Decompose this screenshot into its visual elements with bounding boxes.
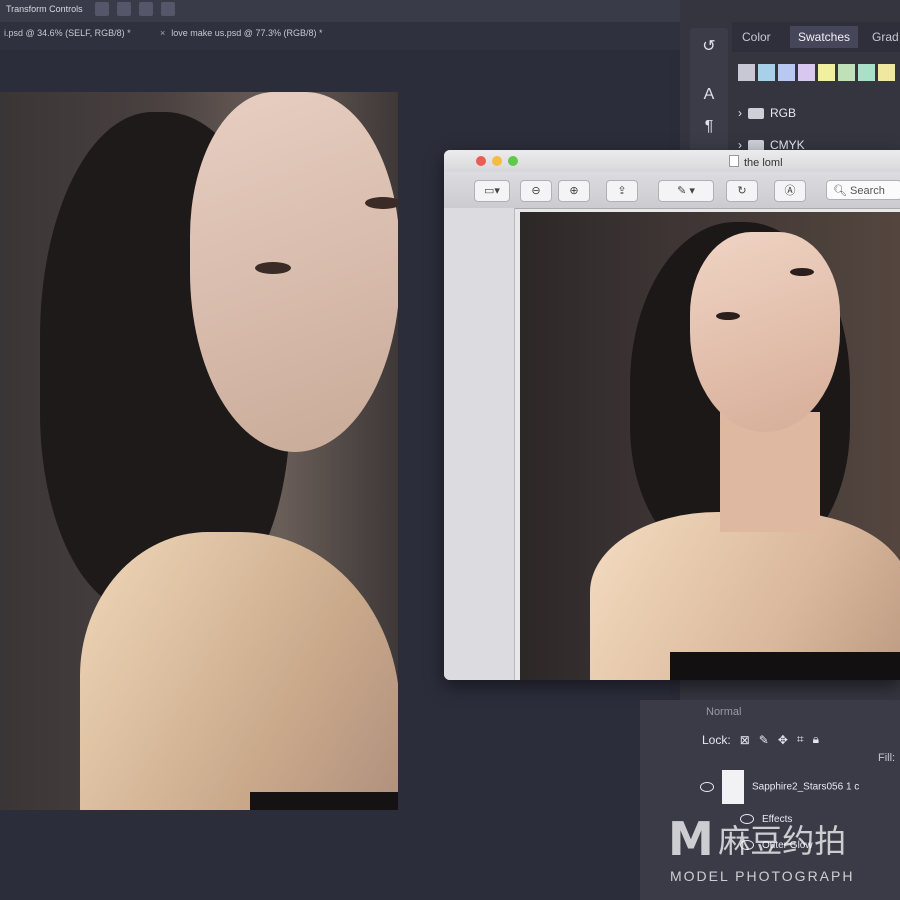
lock-row: Lock: ⊠ ✎ ✥ ⌗ 🔒︎ (702, 732, 819, 747)
swatch[interactable] (738, 64, 755, 81)
align-icon[interactable] (139, 2, 153, 16)
tab-gradients[interactable]: Grad (872, 30, 899, 44)
swatch[interactable] (838, 64, 855, 81)
align-icon[interactable] (117, 2, 131, 16)
swatch[interactable] (858, 64, 875, 81)
watermark-english: MODEL PHOTOGRAPH (670, 868, 855, 884)
lock-label: Lock: (702, 732, 731, 747)
window-title: the loml (729, 155, 783, 169)
color-panel-tabs: Color Swatches Grad (732, 22, 900, 52)
minimize-window-button[interactable] (492, 156, 502, 166)
folder-icon (748, 107, 764, 119)
character-icon[interactable]: A (698, 84, 720, 106)
search-input[interactable]: 🔍︎ Search (826, 180, 900, 200)
search-label: Search (850, 185, 885, 197)
swatch-folder-rgb[interactable]: › RGB (738, 106, 796, 120)
close-window-button[interactable] (476, 156, 486, 166)
share-button[interactable]: ⇪ (606, 180, 638, 202)
align-toolbar (95, 2, 175, 16)
window-title-text: the loml (744, 157, 783, 169)
tab-swatches[interactable]: Swatches (790, 26, 859, 48)
zoom-window-button[interactable] (508, 156, 518, 166)
layer-row[interactable]: Sapphire2_Stars056 1 c (700, 770, 900, 804)
transform-controls-label[interactable]: Transform Controls (6, 4, 83, 14)
preview-toolbar: ▭▾ ⊖ ⊕ ⇪ ✎ ▾ ↻ Ⓐ 🔍︎ Search (444, 172, 900, 209)
folder-icon (748, 139, 764, 151)
swatch[interactable] (798, 64, 815, 81)
document-tab-bar: i.psd @ 34.6% (SELF, RGB/8) * × love make… (0, 22, 680, 50)
panel-tools-column: ↺ A ¶ (690, 28, 728, 158)
document-icon (729, 155, 739, 167)
close-icon[interactable]: × (160, 28, 165, 38)
history-icon[interactable]: ↺ (698, 36, 720, 58)
paragraph-icon[interactable]: ¶ (698, 116, 720, 138)
lock-move-icon[interactable]: ✥ (778, 733, 788, 747)
sidebar-toggle-button[interactable]: ▭▾ (474, 180, 510, 202)
tab-document-1[interactable]: i.psd @ 34.6% (SELF, RGB/8) * (4, 28, 131, 38)
tab-document-2-label: love make us.psd @ 77.3% (RGB/8) * (171, 28, 323, 38)
search-icon: 🔍︎ (833, 185, 847, 197)
tab-document-2[interactable]: × love make us.psd @ 77.3% (RGB/8) * (156, 28, 322, 38)
lock-transparent-icon[interactable]: ⊠ (740, 733, 750, 747)
watermark-logo: M 麻豆约拍 MODEL PHOTOGRAPH (668, 812, 852, 884)
lock-artboard-icon[interactable]: ⌗ (797, 732, 804, 747)
preview-window: the loml ▭▾ ⊖ ⊕ ⇪ ✎ ▾ ↻ Ⓐ 🔍︎ Search (444, 150, 900, 680)
watermark-letter: M (668, 812, 714, 866)
canvas-photo (0, 92, 398, 810)
zoom-in-button[interactable]: ⊕ (558, 180, 590, 202)
visibility-eye-icon[interactable] (700, 782, 714, 792)
zoom-out-button[interactable]: ⊖ (520, 180, 552, 202)
layer-thumbnail (722, 770, 744, 804)
lock-all-icon[interactable]: 🔒︎ (813, 732, 819, 747)
tab-color[interactable]: Color (742, 30, 771, 44)
swatch[interactable] (878, 64, 895, 81)
watermark-chinese: 麻豆约拍 (718, 822, 847, 860)
swatch-row (738, 64, 895, 81)
folder-label: RGB (770, 106, 797, 120)
chevron-right-icon: › (738, 106, 742, 120)
layer-name: Sapphire2_Stars056 1 c (752, 781, 860, 793)
align-icon[interactable] (161, 2, 175, 16)
preview-photo (520, 212, 900, 680)
lock-brush-icon[interactable]: ✎ (759, 733, 769, 747)
swatch[interactable] (778, 64, 795, 81)
markup-button[interactable]: ✎ ▾ (658, 180, 714, 202)
fill-label: Fill: (878, 752, 896, 764)
blend-mode-select[interactable]: Normal (706, 706, 741, 718)
annotate-button[interactable]: Ⓐ (774, 180, 806, 202)
swatch[interactable] (758, 64, 775, 81)
window-titlebar: the loml (444, 150, 900, 172)
rotate-button[interactable]: ↻ (726, 180, 758, 202)
preview-sidebar[interactable] (444, 208, 515, 680)
align-icon[interactable] (95, 2, 109, 16)
swatch[interactable] (818, 64, 835, 81)
